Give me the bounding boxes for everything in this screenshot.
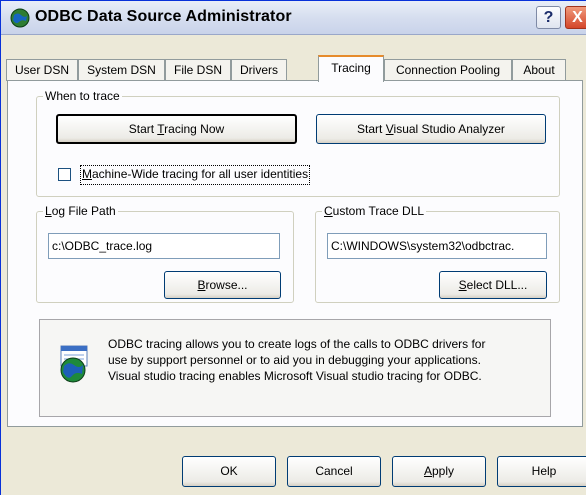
- cancel-button[interactable]: Cancel: [287, 456, 381, 487]
- log-file-path-input[interactable]: c:\ODBC_trace.log: [48, 233, 280, 259]
- window-title: ODBC Data Source Administrator: [35, 8, 292, 25]
- apply-button[interactable]: Apply: [392, 456, 486, 487]
- select-dll-button[interactable]: Select DLL...: [439, 271, 547, 299]
- odbc-globe-icon: [60, 345, 88, 383]
- custom-trace-dll-input[interactable]: C:\WINDOWS\system32\odbctrac.: [327, 233, 547, 259]
- tab-drivers[interactable]: Drivers: [231, 59, 287, 81]
- tracing-info-text: ODBC tracing allows you to create logs o…: [108, 336, 548, 384]
- log-file-path-label: Log File Path: [45, 204, 116, 218]
- custom-trace-dll-label: Custom Trace DLL: [324, 204, 425, 218]
- ok-button[interactable]: OK: [182, 456, 276, 487]
- tracing-info-box: ODBC tracing allows you to create logs o…: [39, 319, 551, 417]
- machine-wide-checkbox[interactable]: [58, 168, 71, 181]
- tab-system-dsn[interactable]: System DSN: [78, 59, 165, 81]
- odbc-dialog-window: ODBC Data Source Administrator ? X User …: [0, 0, 586, 495]
- tab-user-dsn[interactable]: User DSN: [6, 59, 78, 81]
- info-line: ODBC tracing allows you to create logs o…: [108, 337, 486, 351]
- help-title-button[interactable]: ?: [536, 6, 561, 29]
- close-button[interactable]: X: [565, 6, 586, 29]
- start-tracing-button[interactable]: Start Tracing Now: [56, 114, 297, 144]
- title-bar[interactable]: ODBC Data Source Administrator ? X: [1, 1, 586, 35]
- tab-file-dsn[interactable]: File DSN: [165, 59, 231, 81]
- browse-button[interactable]: Browse...: [164, 271, 281, 299]
- help-button[interactable]: Help: [497, 456, 586, 487]
- tab-connection-pooling[interactable]: Connection Pooling: [384, 59, 512, 81]
- tab-about[interactable]: About: [512, 59, 566, 81]
- info-line: use by support personnel or to aid you i…: [108, 353, 481, 367]
- tab-tracing[interactable]: Tracing: [318, 55, 384, 82]
- start-visual-studio-analyzer-button[interactable]: Start Visual Studio Analyzer: [316, 114, 546, 144]
- odbc-globe-icon: [10, 8, 30, 28]
- machine-wide-label[interactable]: Machine-Wide tracing for all user identi…: [80, 165, 311, 185]
- tab-strip: User DSN System DSN File DSN Drivers Tra…: [1, 53, 586, 82]
- when-to-trace-label: When to trace: [45, 89, 120, 103]
- info-line: Visual studio tracing enables Microsoft …: [108, 369, 482, 383]
